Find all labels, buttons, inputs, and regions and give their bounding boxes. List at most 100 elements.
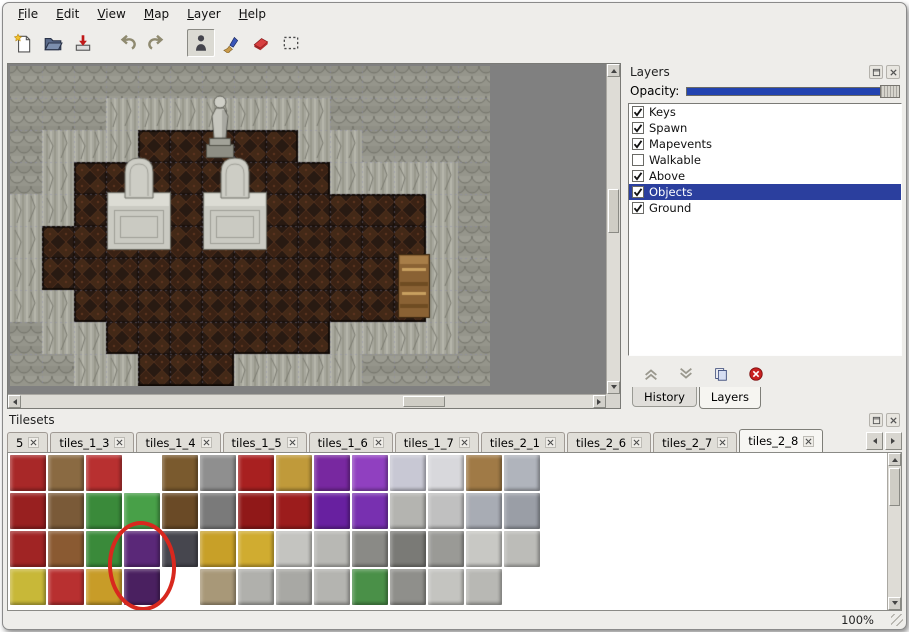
tab-close-icon[interactable] xyxy=(631,437,642,448)
tileset-tile[interactable] xyxy=(390,569,426,605)
tileset-tab-tiles_2_8[interactable]: tiles_2_8 xyxy=(739,429,823,452)
layer-visibility-checkbox[interactable] xyxy=(632,154,644,166)
tileset-tile[interactable] xyxy=(428,569,464,605)
tab-close-icon[interactable] xyxy=(28,437,39,448)
layer-row-keys[interactable]: Keys xyxy=(629,104,901,120)
tileset-tab-tiles_1_6[interactable]: tiles_1_6 xyxy=(309,432,393,452)
tab-close-icon[interactable] xyxy=(287,437,298,448)
layer-row-mapevents[interactable]: Mapevents xyxy=(629,136,901,152)
open-button[interactable] xyxy=(39,29,67,57)
detach-icon[interactable] xyxy=(869,413,883,427)
vertical-scroll-thumb[interactable] xyxy=(889,468,900,506)
tab-close-icon[interactable] xyxy=(459,437,470,448)
close-icon[interactable] xyxy=(886,65,900,79)
tileset-tile[interactable] xyxy=(390,493,426,529)
tileset-vertical-scrollbar[interactable] xyxy=(887,453,901,610)
tileset-tile[interactable] xyxy=(428,455,464,491)
tileset-tab-tiles_2_6[interactable]: tiles_2_6 xyxy=(567,432,651,452)
tileset-tile[interactable] xyxy=(504,493,540,529)
layer-row-walkable[interactable]: Walkable xyxy=(629,152,901,168)
tileset-tile[interactable] xyxy=(48,531,84,567)
new-button[interactable] xyxy=(9,29,37,57)
tileset-tile[interactable] xyxy=(200,531,236,567)
tileset-tile[interactable] xyxy=(466,455,502,491)
tileset-tile[interactable] xyxy=(314,531,350,567)
layer-visibility-checkbox[interactable] xyxy=(632,122,644,134)
tileset-tab-tiles_1_3[interactable]: tiles_1_3 xyxy=(50,432,134,452)
menu-layer[interactable]: Layer xyxy=(178,5,229,23)
tileset-tile[interactable] xyxy=(124,493,160,529)
tileset-tile[interactable] xyxy=(10,493,46,529)
menu-map[interactable]: Map xyxy=(135,5,178,23)
menu-edit[interactable]: Edit xyxy=(47,5,88,23)
tab-close-icon[interactable] xyxy=(373,437,384,448)
map-horizontal-scrollbar[interactable] xyxy=(8,394,606,408)
tileset-tab-tiles_1_4[interactable]: tiles_1_4 xyxy=(136,432,220,452)
tileset-tile[interactable] xyxy=(124,569,160,605)
tab-close-icon[interactable] xyxy=(717,437,728,448)
layer-row-ground[interactable]: Ground xyxy=(629,200,901,216)
tab-scroll-right-icon[interactable] xyxy=(885,432,902,450)
layer-visibility-checkbox[interactable] xyxy=(632,138,644,150)
tileset-tab-tiles_2_7[interactable]: tiles_2_7 xyxy=(653,432,737,452)
tileset-tile[interactable] xyxy=(10,531,46,567)
tileset-tile[interactable] xyxy=(48,569,84,605)
tileset-tile[interactable] xyxy=(352,493,388,529)
layer-visibility-checkbox[interactable] xyxy=(632,202,644,214)
tileset-tile[interactable] xyxy=(86,531,122,567)
tileset-tile[interactable] xyxy=(390,455,426,491)
tileset-tile[interactable] xyxy=(428,531,464,567)
tileset-tile[interactable] xyxy=(86,493,122,529)
dock-tab-history[interactable]: History xyxy=(632,387,697,407)
menu-view[interactable]: View xyxy=(88,5,134,23)
menu-help[interactable]: Help xyxy=(230,5,275,23)
vertical-scroll-thumb[interactable] xyxy=(608,189,619,233)
map-viewport[interactable] xyxy=(8,64,606,394)
tileset-tile[interactable] xyxy=(352,569,388,605)
scroll-up-icon[interactable] xyxy=(888,453,901,466)
delete-layer-button[interactable] xyxy=(745,364,767,384)
tileset-tab-tiles_1_5[interactable]: tiles_1_5 xyxy=(223,432,307,452)
tileset-tile[interactable] xyxy=(504,531,540,567)
layer-visibility-checkbox[interactable] xyxy=(632,106,644,118)
scroll-left-icon[interactable] xyxy=(8,395,21,408)
tab-close-icon[interactable] xyxy=(545,437,556,448)
tileset-tile[interactable] xyxy=(314,569,350,605)
menu-file[interactable]: File xyxy=(9,5,47,23)
tileset-tile[interactable] xyxy=(238,493,274,529)
horizontal-scroll-thumb[interactable] xyxy=(403,396,445,407)
eraser-tool-button[interactable] xyxy=(247,29,275,57)
tileset-tile[interactable] xyxy=(48,455,84,491)
tileset-tile[interactable] xyxy=(48,493,84,529)
tileset-tile[interactable] xyxy=(238,531,274,567)
tileset-tile[interactable] xyxy=(10,569,46,605)
tab-close-icon[interactable] xyxy=(201,437,212,448)
opacity-slider[interactable] xyxy=(686,85,900,98)
tileset-tile[interactable] xyxy=(390,531,426,567)
tileset-tile[interactable] xyxy=(162,531,198,567)
tileset-tile[interactable] xyxy=(428,493,464,529)
tab-scroll-left-icon[interactable] xyxy=(866,432,883,450)
move-layer-up-button[interactable] xyxy=(640,364,662,384)
layer-row-above[interactable]: Above xyxy=(629,168,901,184)
tileset-tile[interactable] xyxy=(200,493,236,529)
close-icon[interactable] xyxy=(886,413,900,427)
save-button[interactable] xyxy=(69,29,97,57)
tileset-tile[interactable] xyxy=(200,569,236,605)
opacity-slider-handle[interactable] xyxy=(880,85,900,98)
stamp-tool-button[interactable] xyxy=(187,29,215,57)
layer-row-spawn[interactable]: Spawn xyxy=(629,120,901,136)
map-canvas[interactable] xyxy=(10,66,490,386)
tileset-tile[interactable] xyxy=(276,455,312,491)
layer-visibility-checkbox[interactable] xyxy=(632,186,644,198)
tileset-tile[interactable] xyxy=(314,493,350,529)
tileset-tile[interactable] xyxy=(352,531,388,567)
layer-visibility-checkbox[interactable] xyxy=(632,170,644,182)
tileset-tile[interactable] xyxy=(314,455,350,491)
tileset-tile[interactable] xyxy=(466,569,502,605)
tileset-tile[interactable] xyxy=(466,493,502,529)
tileset-tile[interactable] xyxy=(352,455,388,491)
tileset-tab-tiles_1_7[interactable]: tiles_1_7 xyxy=(395,432,479,452)
tab-close-icon[interactable] xyxy=(114,437,125,448)
tileset-tile[interactable] xyxy=(466,531,502,567)
